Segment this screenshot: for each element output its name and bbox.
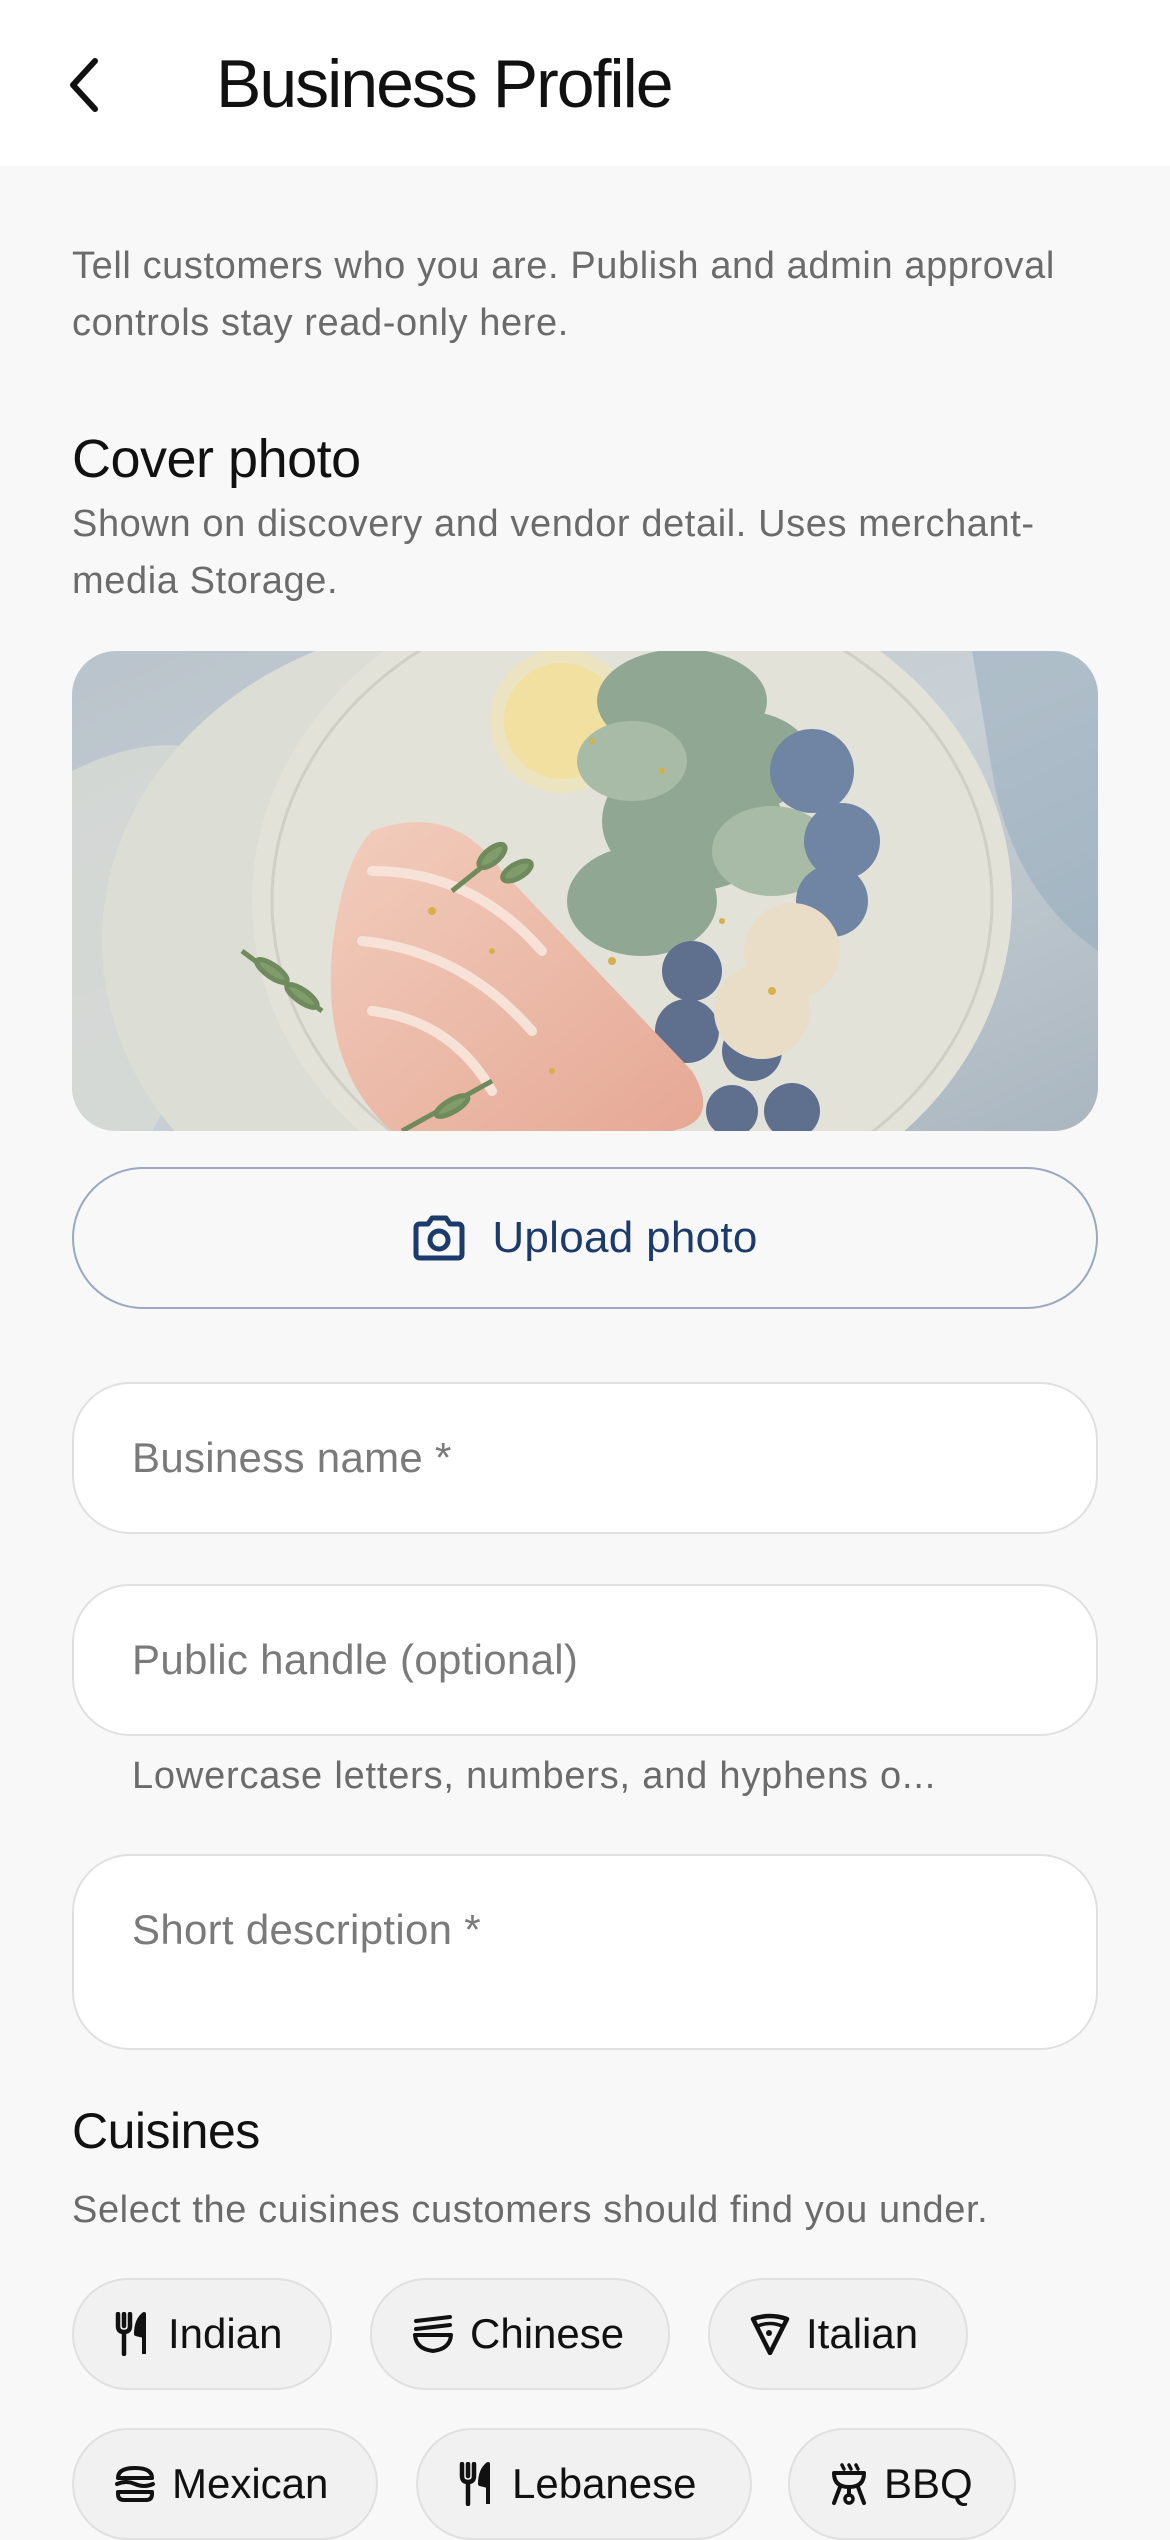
cuisine-chip-label: Lebanese	[512, 2460, 697, 2507]
noodle-bowl-icon	[413, 2315, 453, 2353]
cover-photo-subtitle: Shown on discovery and vendor detail. Us…	[72, 503, 1035, 602]
utensils-icon	[115, 2312, 146, 2356]
public-handle-helper: Lowercase letters, numbers, and hyphens …	[132, 1755, 937, 1797]
back-button[interactable]	[40, 40, 130, 130]
cuisine-chip-label: Italian	[806, 2310, 919, 2357]
cuisine-chip-lebanese[interactable]: Lebanese	[416, 2428, 752, 2540]
cuisines-title: Cuisines	[72, 2103, 260, 2159]
cuisine-chip-chinese[interactable]: Chinese	[370, 2278, 670, 2390]
cover-photo[interactable]	[72, 651, 1098, 1131]
camera-icon	[413, 1215, 465, 1261]
short-description-placeholder: Short description *	[132, 1906, 481, 1953]
cuisine-chip-mexican[interactable]: Mexican	[72, 2428, 378, 2540]
cover-photo-image	[72, 651, 1098, 1131]
pizza-slice-icon	[750, 2313, 790, 2355]
cuisine-chip-indian[interactable]: Indian	[72, 2278, 332, 2390]
chevron-left-icon	[70, 58, 98, 112]
cuisine-chip-italian[interactable]: Italian	[708, 2278, 968, 2390]
business-name-placeholder: Business name *	[132, 1434, 452, 1481]
upload-photo-button[interactable]: Upload photo	[72, 1167, 1098, 1309]
cuisine-chip-label: BBQ	[884, 2460, 973, 2507]
upload-photo-label: Upload photo	[492, 1213, 758, 1262]
cuisine-chip-bbq[interactable]: BBQ	[788, 2428, 1016, 2540]
cuisine-chip-label: Mexican	[172, 2460, 329, 2507]
grill-icon	[832, 2463, 866, 2505]
public-handle-placeholder: Public handle (optional)	[132, 1636, 579, 1683]
burrito-icon	[115, 2466, 155, 2502]
cover-photo-title: Cover photo	[72, 429, 361, 489]
cuisine-chip-label: Chinese	[470, 2310, 625, 2357]
public-handle-field[interactable]: Public handle (optional)	[72, 1584, 1098, 1736]
intro-text: Tell customers who you are. Publish and …	[72, 245, 1055, 344]
cuisine-chip-label: Indian	[168, 2310, 283, 2357]
utensils-icon	[459, 2462, 490, 2506]
page-title: Business Profile	[216, 46, 674, 122]
business-name-field[interactable]: Business name *	[72, 1382, 1098, 1534]
short-description-field[interactable]: Short description *	[72, 1854, 1098, 2050]
cuisines-subtitle: Select the cuisines customers should fin…	[72, 2189, 989, 2231]
app-bar: Business Profile	[0, 0, 1170, 166]
